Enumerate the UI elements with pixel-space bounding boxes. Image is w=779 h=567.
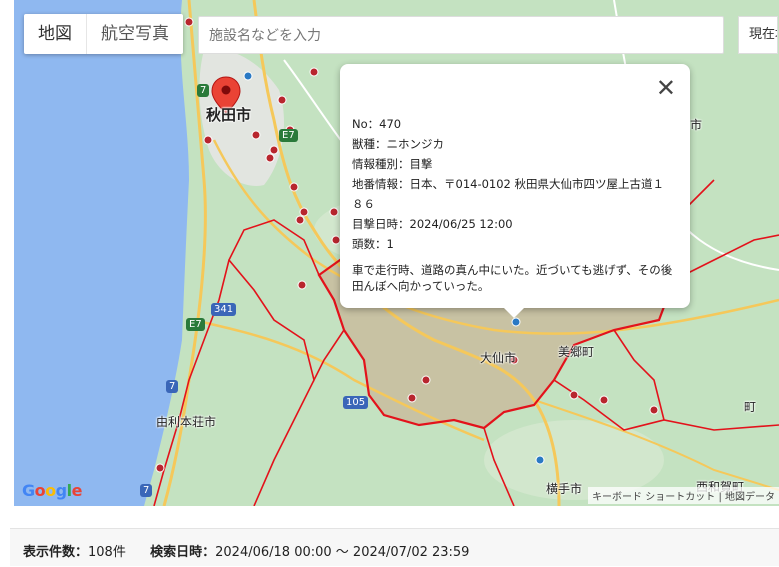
popup-note: 車で走行時、道路の真ん中にいた。近づいても逃げず、その後田んぼへ向かっていった。 [352,263,673,293]
date-label: 検索日時： [150,545,216,560]
popup-no: No：470 [352,117,402,131]
popup-address-line1: 地番情報：日本、〒014-0102 秋田県大仙市四ツ屋上古道１ [352,177,665,191]
road-shield-e7-south: E7 [186,318,205,331]
google-logo: Google [22,481,82,500]
place-label-akita: 秋田市 [206,106,252,124]
road-shield-7-south: 7 [166,380,179,393]
map-type-satellite-button[interactable]: 航空写真 [86,14,183,54]
popup-info-type: 情報種別：目撃 [352,157,433,171]
map-type-map-button[interactable]: 地図 [24,14,86,54]
popup-body: No：470 獣種：ニホンジカ 情報種別：目撃 地番情報：日本、〒014-010… [352,114,674,294]
facility-search-input[interactable] [198,16,724,54]
map-data-link[interactable]: 地図データ [725,492,775,503]
close-icon[interactable]: ✕ [656,76,676,100]
keyboard-shortcuts-link[interactable]: キーボード ショートカット [592,492,715,503]
count-value: 108件 [88,545,126,560]
place-label-yokote: 横手市 [546,482,583,496]
search-status-bar: 表示件数：108件 検索日時：2024/06/18 00:00 〜 2024/0… [10,528,779,566]
popup-species: 獣種：ニホンジカ [352,137,444,151]
sea-area [14,0,189,506]
map-canvas[interactable]: 地図 航空写真 秋田市 大仙市 美郷町 由利本荘市 横手市 西和賀町 市 町 7… [14,0,779,506]
status-text: 表示件数：108件 検索日時：2024/06/18 00:00 〜 2024/0… [23,541,469,560]
place-label-daisen: 大仙市 [480,351,517,365]
count-label: 表示件数： [23,545,89,560]
place-label-partial-town: 町 [744,400,757,414]
place-label-partial: 市 [690,118,703,132]
map-type-control: 地図 航空写真 [24,14,183,54]
popup-datetime: 目撃日時：2024/06/25 12:00 [352,217,513,231]
place-label-misato: 美郷町 [558,345,595,359]
place-label-yurihonjo: 由利本荘市 [156,415,217,429]
road-shield-7: 7 [197,84,210,97]
road-shield-341: 341 [211,303,237,316]
road-shield-105: 105 [343,396,369,409]
popup-count: 頭数：1 [352,237,394,251]
current-location-button[interactable]: 現在地 [738,16,778,54]
map-attribution: キーボード ショートカット | 地図データ [588,487,779,504]
sighting-info-popup: ✕ No：470 獣種：ニホンジカ 情報種別：目撃 地番情報：日本、〒014-0… [340,64,690,318]
road-shield-e7: E7 [279,129,298,142]
date-value: 2024/06/18 00:00 〜 2024/07/02 23:59 [215,545,470,560]
popup-address-line2: ８６ [352,197,375,211]
road-shield-7-bottom: 7 [140,484,153,497]
